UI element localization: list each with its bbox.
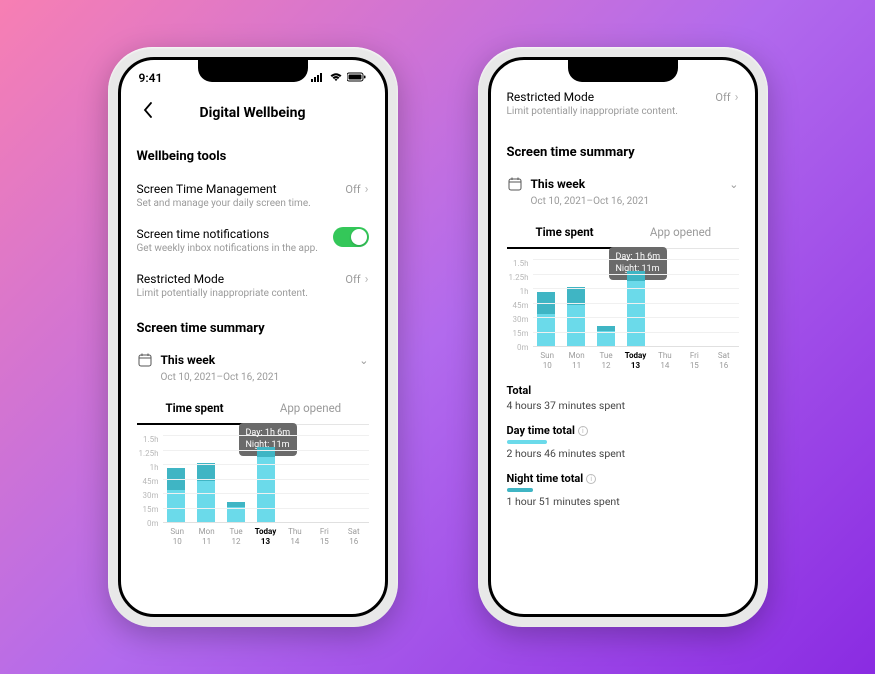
page-header: Digital Wellbeing [121,92,385,137]
y-axis: 1.5h1.25h1h45m30m15m0m [137,435,159,528]
period-selector[interactable]: This week ⌄ [507,170,739,194]
phone-screen-2: Restricted Mode Limit potentially inappr… [488,57,758,617]
battery-icon [347,71,367,85]
tab-app-opened[interactable]: App opened [623,217,739,248]
period-selector[interactable]: This week ⌄ [137,346,369,370]
totals-section: Total 4 hours 37 minutes spent Day time … [507,384,739,508]
status-icons [311,71,367,85]
total-night: Night time totali 1 hour 51 minutes spen… [507,472,739,508]
setting-screen-time-notifications[interactable]: Screen time notifications Get weekly inb… [137,219,369,264]
screen-time-summary-heading: Screen time summary [507,145,739,160]
period-range: Oct 10, 2021–Oct 16, 2021 [531,196,739,207]
night-bar [507,488,533,492]
setting-restricted-mode[interactable]: Restricted Mode Limit potentially inappr… [507,88,739,127]
chevron-right-icon: › [365,272,369,287]
chart-bars [163,435,369,523]
tab-app-opened[interactable]: App opened [253,393,369,424]
time-spent-chart: 1.5h1.25h1h45m30m15m0m Day: 1h 6m Night:… [507,259,739,370]
wellbeing-tools-heading: Wellbeing tools [137,149,369,164]
tab-time-spent[interactable]: Time spent [137,393,253,425]
toggle-switch[interactable] [333,227,369,247]
setting-value: Off [345,273,360,286]
signal-icon [311,71,325,85]
total-overall: Total 4 hours 37 minutes spent [507,384,739,412]
summary-tabs: Time spent App opened [507,217,739,249]
setting-restricted-mode[interactable]: Restricted Mode Limit potentially inappr… [137,264,369,309]
phone-mockup-2: Restricted Mode Limit potentially inappr… [478,47,768,627]
chevron-down-icon: ⌄ [359,354,368,367]
setting-desc: Limit potentially inappropriate content. [507,106,716,117]
calendar-icon [507,176,523,192]
setting-screen-time-management[interactable]: Screen Time Management Set and manage yo… [137,174,369,219]
day-bar [507,440,547,444]
notch [198,60,308,82]
setting-value: Off [345,183,360,196]
x-axis: Sun10Mon11Tue12Today13Thu14Fri15Sat16 [163,527,369,546]
time-spent-chart: 1.5h1.25h1h45m30m15m0m Day: 1h 6m Night:… [137,435,369,546]
y-axis: 1.5h1.25h1h45m30m15m0m [507,259,529,352]
setting-label: Screen time notifications [137,227,333,241]
screen-time-summary-heading: Screen time summary [137,321,369,336]
summary-tabs: Time spent App opened [137,393,369,425]
chevron-down-icon: ⌄ [729,178,738,191]
period-range: Oct 10, 2021–Oct 16, 2021 [161,372,369,383]
setting-label: Restricted Mode [137,272,346,286]
setting-desc: Set and manage your daily screen time. [137,198,346,209]
page-title: Digital Wellbeing [200,105,306,121]
phone-screen-1: 9:41 Digital Wellbeing Wellbeing tools S… [118,57,388,617]
info-icon[interactable]: i [578,426,588,436]
phone-mockup-1: 9:41 Digital Wellbeing Wellbeing tools S… [108,47,398,627]
tab-time-spent[interactable]: Time spent [507,217,623,249]
chevron-right-icon: › [735,90,739,105]
setting-value: Off [715,91,730,104]
period-label: This week [161,353,216,367]
back-button[interactable] [135,98,161,127]
setting-desc: Limit potentially inappropriate content. [137,288,346,299]
chevron-right-icon: › [365,182,369,197]
period-label: This week [531,177,586,191]
chart-bars [533,259,739,347]
wifi-icon [329,71,343,85]
total-day: Day time totali 2 hours 46 minutes spent [507,424,739,460]
notch [568,60,678,82]
setting-label: Restricted Mode [507,90,716,104]
setting-desc: Get weekly inbox notifications in the ap… [137,243,333,254]
setting-label: Screen Time Management [137,182,346,196]
x-axis: Sun10Mon11Tue12Today13Thu14Fri15Sat16 [533,351,739,370]
calendar-icon [137,352,153,368]
info-icon[interactable]: i [586,474,596,484]
status-time: 9:41 [139,71,163,85]
